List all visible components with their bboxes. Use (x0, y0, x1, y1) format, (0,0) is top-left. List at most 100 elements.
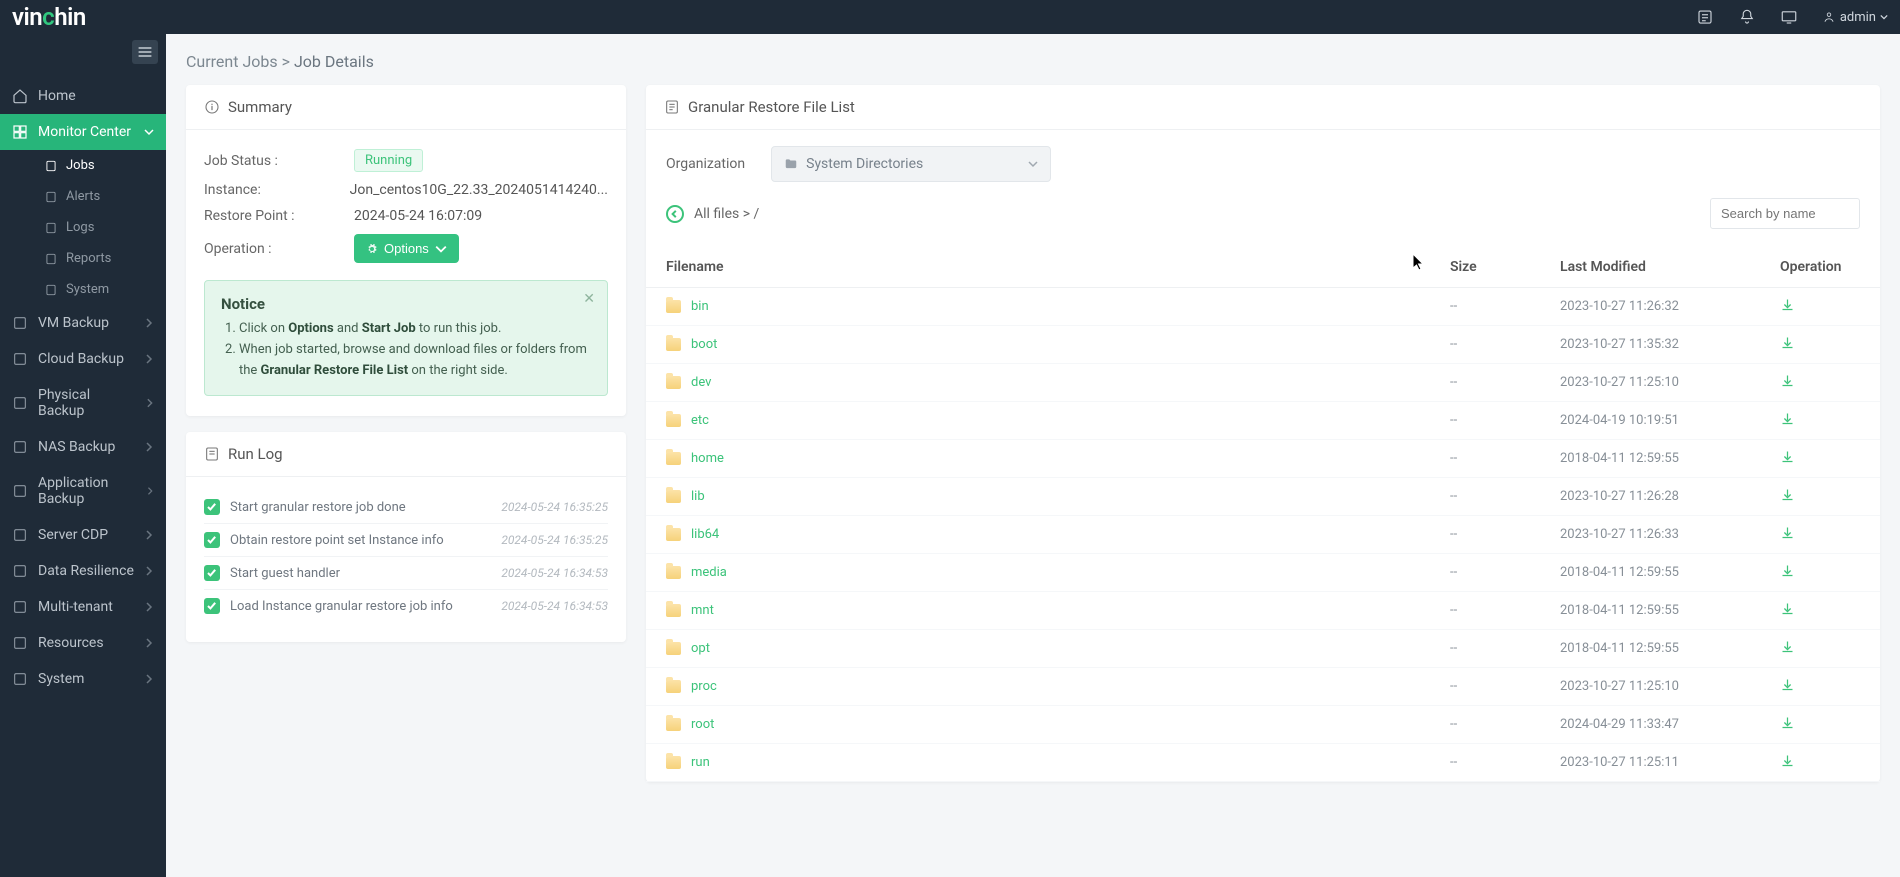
sidebar-item-nas-backup[interactable]: NAS Backup (0, 429, 166, 465)
file-modified: 2023-10-27 11:25:10 (1540, 364, 1760, 402)
doc-icon (44, 252, 58, 266)
sidebar-item-vm-backup[interactable]: VM Backup (0, 305, 166, 341)
table-row[interactable]: media--2018-04-11 12:59:55 (646, 554, 1880, 592)
download-icon[interactable] (1780, 335, 1795, 350)
file-size: -- (1430, 592, 1540, 630)
download-icon[interactable] (1780, 525, 1795, 540)
chevron-right-icon (144, 602, 154, 612)
download-icon[interactable] (1780, 715, 1795, 730)
file-name-link[interactable]: lib64 (691, 527, 719, 542)
chevron-right-icon (144, 354, 154, 364)
file-name-link[interactable]: lib (691, 489, 705, 504)
file-name-link[interactable]: media (691, 565, 727, 580)
download-icon[interactable] (1780, 449, 1795, 464)
download-icon[interactable] (1780, 487, 1795, 502)
download-icon[interactable] (1780, 297, 1795, 312)
table-row[interactable]: lib64--2023-10-27 11:26:33 (646, 516, 1880, 554)
org-select[interactable]: System Directories (771, 146, 1051, 182)
file-name-link[interactable]: root (691, 717, 714, 732)
back-button[interactable] (666, 205, 684, 223)
search-input[interactable] (1710, 198, 1860, 229)
sidebar-item-system[interactable]: System (0, 661, 166, 697)
folder-icon (666, 414, 681, 427)
sidebar-item-resources[interactable]: Resources (0, 625, 166, 661)
sidebar-subitem-logs[interactable]: Logs (34, 212, 166, 243)
file-modified: 2018-04-11 12:59:55 (1540, 630, 1760, 668)
table-row[interactable]: run --2023-10-27 11:25:11 (646, 744, 1880, 782)
table-row[interactable]: lib--2023-10-27 11:26:28 (646, 478, 1880, 516)
module-icon (12, 483, 28, 499)
sidebar-collapse-button[interactable] (132, 40, 158, 64)
file-name-link[interactable]: bin (691, 299, 709, 314)
sidebar-item-data-resilience[interactable]: Data Resilience (0, 553, 166, 589)
task-list-icon[interactable] (1696, 8, 1714, 26)
download-icon[interactable] (1780, 639, 1795, 654)
user-label: admin (1840, 10, 1876, 25)
module-icon (12, 527, 28, 543)
sidebar-item-cloud-backup[interactable]: Cloud Backup (0, 341, 166, 377)
download-icon[interactable] (1780, 677, 1795, 692)
file-name-link[interactable]: mnt (691, 603, 714, 618)
download-icon[interactable] (1780, 373, 1795, 388)
home-icon (12, 88, 28, 104)
file-size: -- (1430, 326, 1540, 364)
sidebar-item-application-backup[interactable]: Application Backup (0, 465, 166, 517)
table-row[interactable]: root--2024-04-29 11:33:47 (646, 706, 1880, 744)
sidebar-item-physical-backup[interactable]: Physical Backup (0, 377, 166, 429)
notice-item: When job started, browse and download fi… (239, 340, 591, 382)
bell-icon[interactable] (1738, 8, 1756, 26)
chevron-right-icon (144, 566, 154, 576)
table-row[interactable]: boot--2023-10-27 11:35:32 (646, 326, 1880, 364)
sidebar-item-home[interactable]: Home (0, 78, 166, 114)
runlog-message: Start granular restore job done (230, 500, 406, 515)
folder-icon (666, 338, 681, 351)
sidebar-item-server-cdp[interactable]: Server CDP (0, 517, 166, 553)
user-menu[interactable]: admin (1822, 10, 1888, 25)
file-name-link[interactable]: run (691, 755, 710, 770)
module-icon (12, 635, 28, 651)
sidebar-subitem-system[interactable]: System (34, 274, 166, 305)
file-modified: 2018-04-11 12:59:55 (1540, 592, 1760, 630)
table-row[interactable]: opt--2018-04-11 12:59:55 (646, 630, 1880, 668)
folder-icon (666, 756, 681, 769)
file-modified: 2023-10-27 11:25:11 (1540, 744, 1760, 782)
table-row[interactable]: dev--2023-10-27 11:25:10 (646, 364, 1880, 402)
file-size: -- (1430, 288, 1540, 326)
sidebar-item-multi-tenant[interactable]: Multi-tenant (0, 589, 166, 625)
runlog-time: 2024-05-24 16:35:25 (501, 533, 608, 547)
notice-panel: ✕ Notice Click on Options and Start Job … (204, 280, 608, 396)
breadcrumb-parent[interactable]: Current Jobs (186, 52, 278, 71)
chevron-down-icon (1028, 159, 1038, 169)
table-row[interactable]: home--2018-04-11 12:59:55 (646, 440, 1880, 478)
download-icon[interactable] (1780, 601, 1795, 616)
chevron-down-icon (144, 127, 154, 137)
table-row[interactable]: etc--2024-04-19 10:19:51 (646, 402, 1880, 440)
sidebar-subitem-alerts[interactable]: Alerts (34, 181, 166, 212)
download-icon[interactable] (1780, 563, 1795, 578)
runlog-message: Obtain restore point set Instance info (230, 533, 444, 548)
close-icon[interactable]: ✕ (583, 291, 595, 307)
operation-label: Operation : (204, 241, 354, 257)
monitor-icon[interactable] (1780, 8, 1798, 26)
file-size: -- (1430, 744, 1540, 782)
file-name-link[interactable]: boot (691, 337, 717, 352)
file-name-link[interactable]: dev (691, 375, 711, 390)
download-icon[interactable] (1780, 411, 1795, 426)
sidebar-subitem-jobs[interactable]: Jobs (34, 150, 166, 181)
check-icon (204, 499, 220, 515)
options-button[interactable]: Options (354, 234, 459, 263)
file-name-link[interactable]: proc (691, 679, 717, 694)
table-row[interactable]: proc--2023-10-27 11:25:10 (646, 668, 1880, 706)
file-name-link[interactable]: etc (691, 413, 709, 428)
sidebar: Home Monitor Center JobsAlertsLogsReport… (0, 34, 166, 877)
chevron-right-icon (144, 318, 154, 328)
file-name-link[interactable]: home (691, 451, 724, 466)
sidebar-subitem-reports[interactable]: Reports (34, 243, 166, 274)
table-row[interactable]: mnt --2018-04-11 12:59:55 (646, 592, 1880, 630)
file-name-link[interactable]: opt (691, 641, 710, 656)
sidebar-item-monitor-center[interactable]: Monitor Center (0, 114, 166, 150)
table-row[interactable]: bin--2023-10-27 11:26:32 (646, 288, 1880, 326)
module-icon (12, 395, 28, 411)
download-icon[interactable] (1780, 753, 1795, 768)
folder-icon (666, 452, 681, 465)
